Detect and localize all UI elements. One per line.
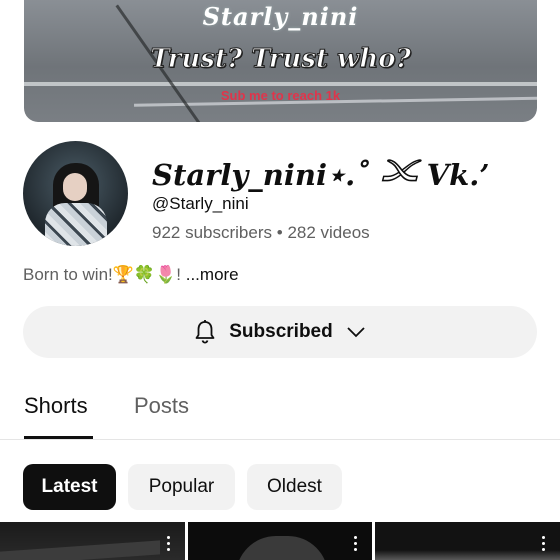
filter-chip-oldest[interactable]: Oldest	[247, 464, 342, 510]
banner-script-title: Starly_nini	[202, 2, 359, 31]
tab-shorts[interactable]: Shorts	[24, 393, 88, 419]
channel-bio[interactable]: Born to win!🏆🍀🌷! ...more	[23, 265, 239, 285]
channel-banner[interactable]: Starly_nini Trust? Trust who? Sub me to …	[24, 0, 537, 122]
stats-separator: •	[276, 223, 283, 242]
channel-name: Starly_nini⋆.˚ 𓄌 Vk.’	[152, 158, 490, 192]
tab-posts[interactable]: Posts	[134, 393, 189, 419]
bio-text: Born to win!🏆🍀🌷!	[23, 265, 181, 284]
video-count: 282 videos	[287, 223, 370, 242]
bell-icon	[193, 319, 217, 345]
subscribed-label: Subscribed	[229, 321, 333, 342]
more-options-icon[interactable]	[542, 536, 546, 554]
tabs-divider	[0, 439, 560, 440]
short-thumbnail[interactable]	[0, 522, 185, 560]
subscribed-button[interactable]: Subscribed	[23, 306, 537, 358]
subscriber-count: 922 subscribers	[152, 223, 273, 242]
banner-headline: Trust? Trust who?	[150, 44, 412, 75]
filter-chip-popular[interactable]: Popular	[128, 464, 235, 510]
bio-more-link[interactable]: ...more	[186, 265, 239, 284]
avatar-scarf	[45, 203, 107, 246]
banner-cta: Sub me to reach 1k	[220, 88, 341, 103]
thumbnail-image	[236, 536, 328, 560]
channel-avatar[interactable]	[23, 141, 128, 246]
banner-road-line	[24, 82, 537, 86]
short-thumbnail[interactable]	[375, 522, 560, 560]
channel-handle: @Starly_nini	[152, 194, 249, 213]
more-options-icon[interactable]	[354, 536, 358, 554]
thumbnail-image	[0, 540, 160, 560]
filter-chip-latest[interactable]: Latest	[23, 464, 116, 510]
chevron-down-icon	[345, 325, 367, 339]
avatar-face	[63, 173, 87, 201]
short-thumbnail[interactable]	[188, 522, 372, 560]
thumbnail-image	[375, 550, 560, 560]
more-options-icon[interactable]	[167, 536, 171, 554]
channel-stats: 922 subscribers • 282 videos	[152, 223, 370, 243]
